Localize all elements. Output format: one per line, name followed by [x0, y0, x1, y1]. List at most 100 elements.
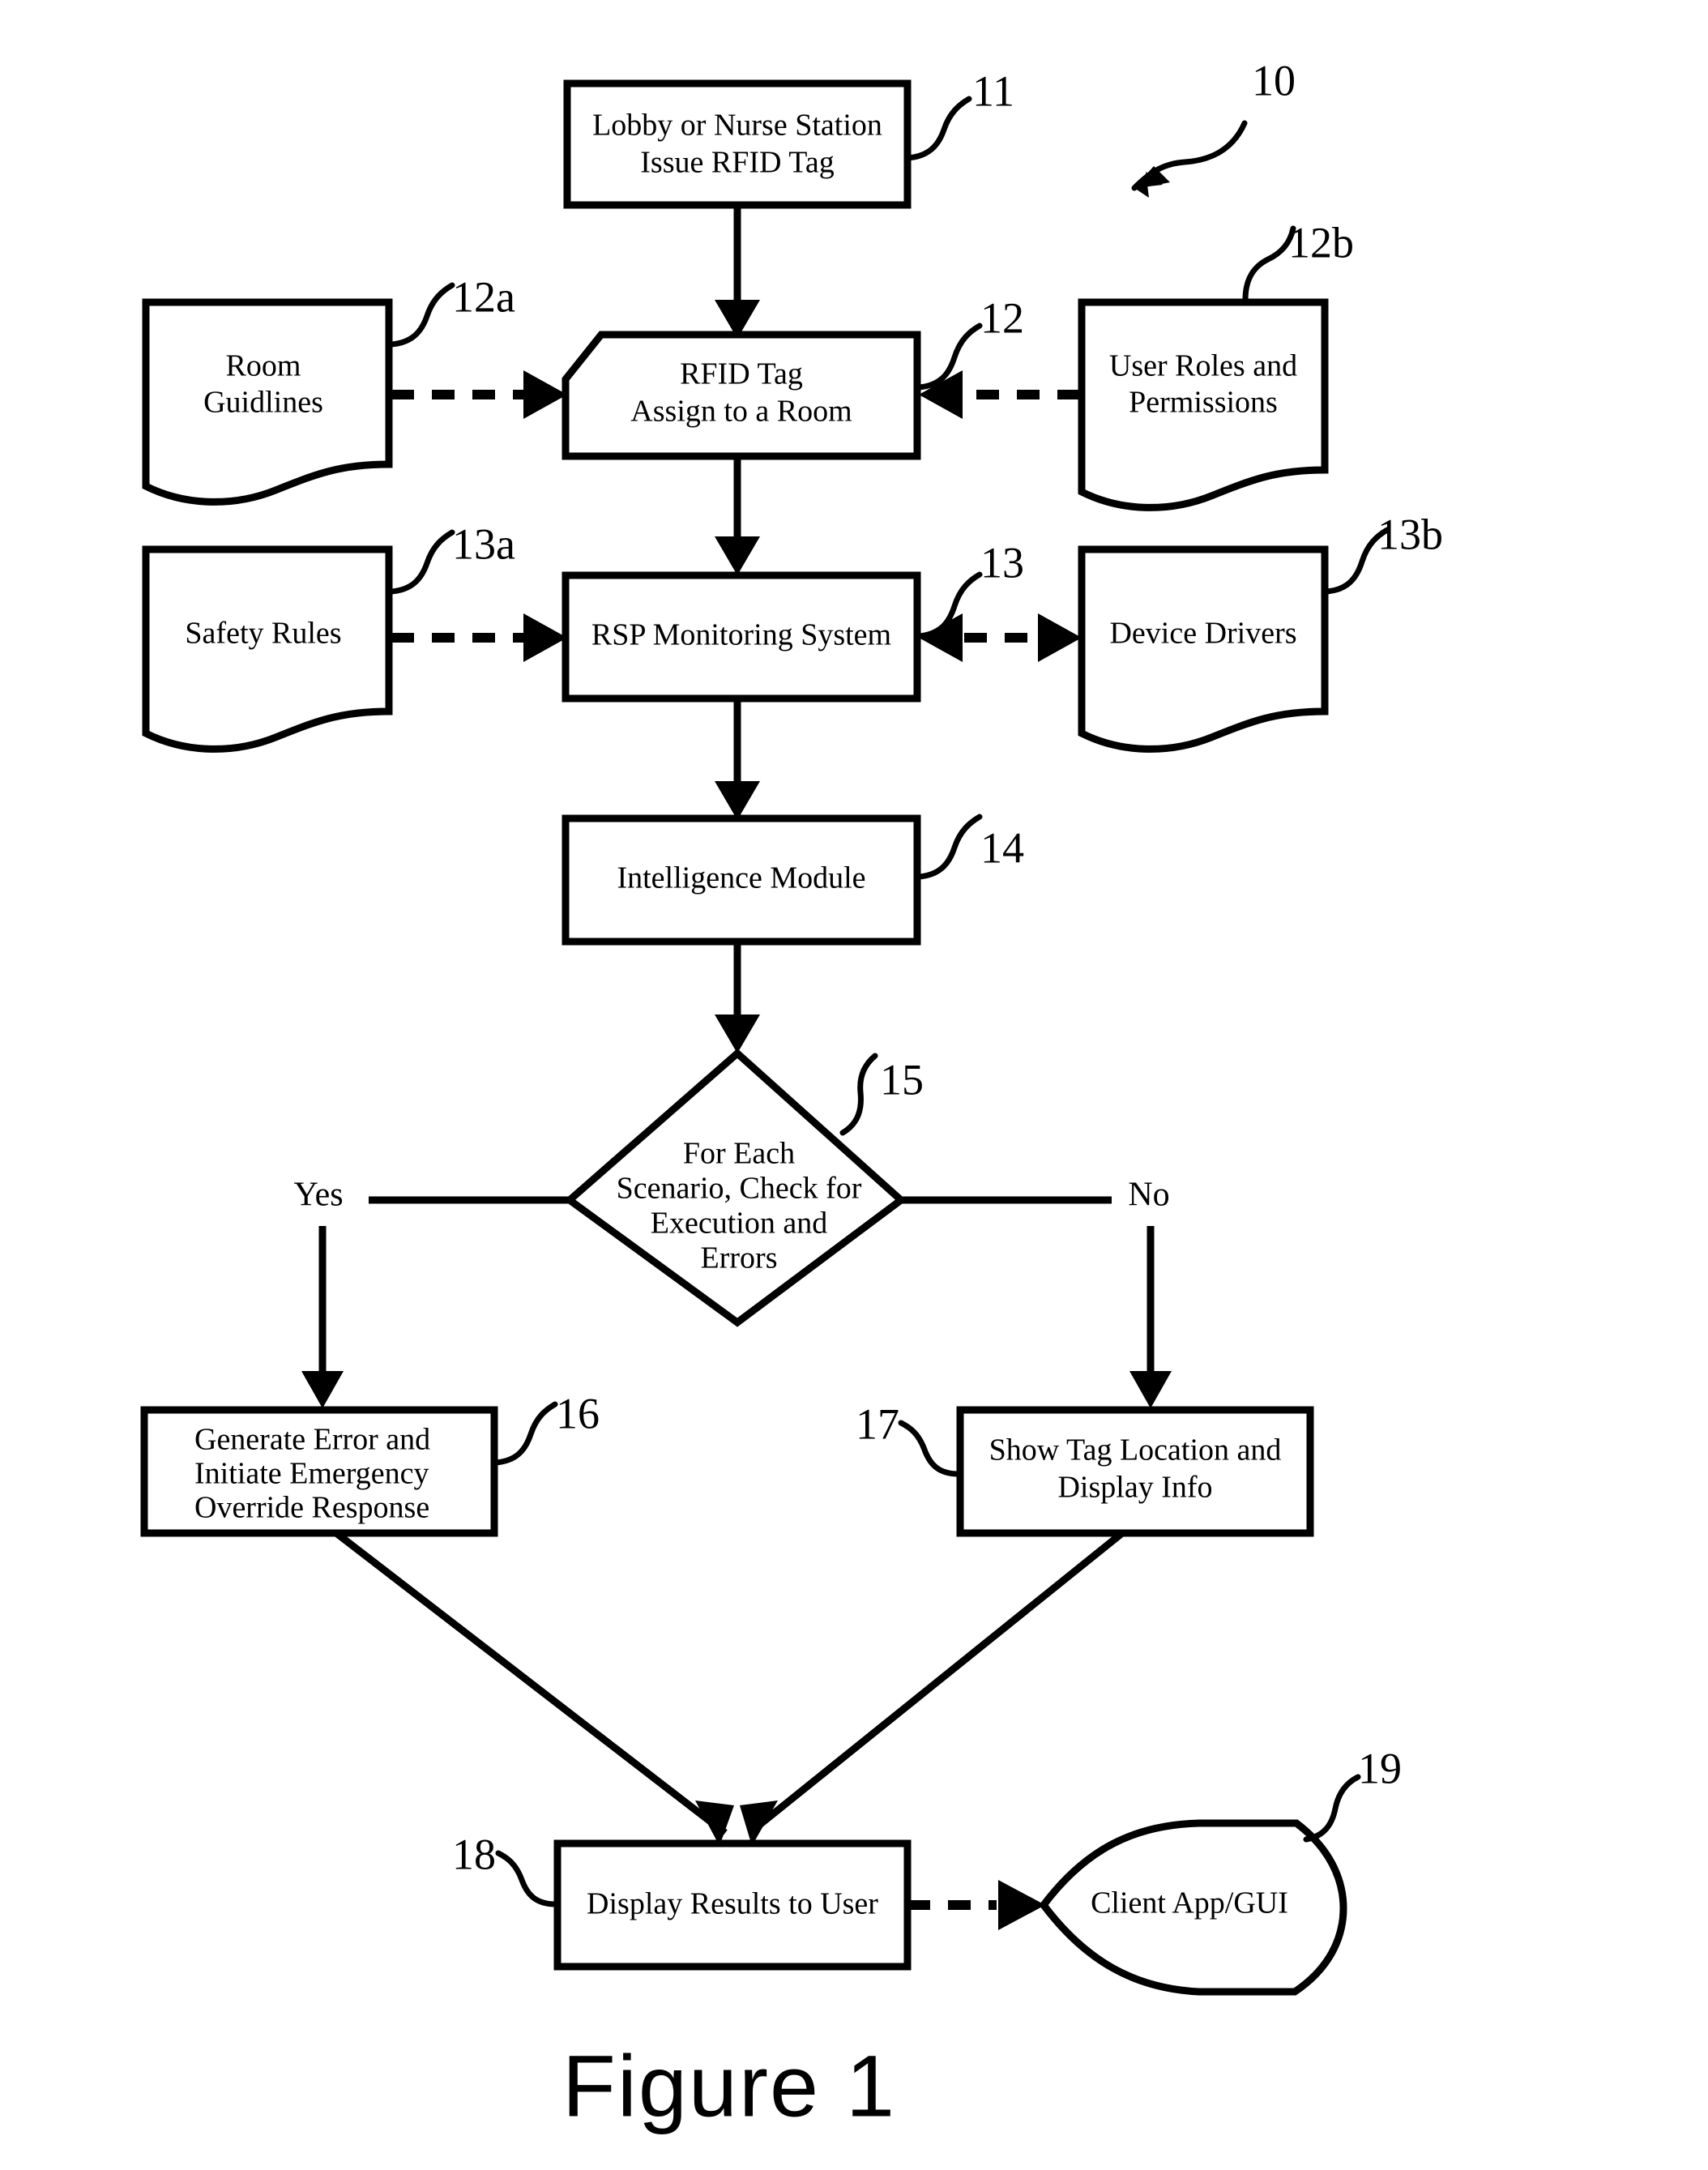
node-room-guidelines[interactable]: Room Guidlines [142, 298, 393, 506]
ref-13a-leader-line [388, 529, 455, 595]
branch-yes: Yes [293, 1177, 570, 1408]
node-intelligence-module-label-line1: Intelligence Module [617, 861, 865, 895]
node-user-roles-label-line2: Permissions [1129, 386, 1278, 420]
connector-diagonal-line-right [747, 1530, 1125, 1836]
ref-17-group: 17 [856, 1399, 962, 1477]
node-lobby-box [563, 79, 912, 209]
node-decision-label-line4: Errors [701, 1241, 778, 1275]
ref-number-13b: 13b [1377, 510, 1443, 558]
node-device-drivers-label-line1: Device Drivers [1109, 617, 1296, 651]
ref-number-15: 15 [880, 1055, 924, 1104]
node-lobby-label-line1: Lobby or Nurse Station [592, 109, 882, 143]
connector-arrowhead [715, 781, 760, 820]
branch-yes-label: Yes [293, 1177, 343, 1214]
ref-number-10: 10 [1252, 56, 1296, 105]
ref-12b-group: 12b [1242, 218, 1354, 303]
ref-number-14: 14 [980, 823, 1024, 872]
connector-lobby-to-rfid [715, 205, 760, 339]
ref-15-group: 15 [839, 1053, 924, 1136]
ref-number-17: 17 [856, 1399, 899, 1448]
node-generate-error-label-line3: Override Response [194, 1491, 429, 1525]
connector-arrowhead-left [695, 1801, 734, 1846]
branch-yes-arrowhead [301, 1371, 344, 1408]
ref-18-group: 18 [452, 1830, 559, 1907]
connector-display-to-client-app [907, 1880, 1045, 1930]
ref-12b-leader-line [1242, 225, 1296, 303]
node-display-results[interactable]: Display Results to User [553, 1839, 912, 1971]
node-show-tag-location[interactable]: Show Tag Location and Display Info [956, 1406, 1314, 1537]
node-user-roles-permissions[interactable]: User Roles and Permissions [1078, 298, 1329, 511]
node-safety-rules-label-line1: Safety Rules [185, 617, 341, 651]
node-decision-label-line3: Execution and [651, 1207, 827, 1241]
node-client-app-gui[interactable]: Client App/GUI [1039, 1819, 1347, 1996]
connector-rsp-to-device-drivers [919, 613, 1082, 662]
ref-16-group: 16 [493, 1389, 600, 1466]
connector-rfid-to-rsp [715, 456, 760, 575]
branch-no-arrowhead [1129, 1371, 1172, 1408]
connector-arrowhead-right [740, 1801, 778, 1846]
node-rsp-monitoring-system[interactable]: RSP Monitoring System [562, 571, 921, 703]
node-display-results-label-line1: Display Results to User [587, 1887, 878, 1921]
ref-number-11: 11 [972, 66, 1014, 115]
connector-arrowhead [998, 1880, 1045, 1930]
connector-arrowhead-left [919, 613, 963, 662]
ref-13-group: 13 [916, 538, 1024, 639]
ref-number-12a: 12a [452, 272, 515, 321]
node-lobby-label-line2: Issue RFID Tag [640, 146, 834, 180]
connector-arrowhead [523, 370, 567, 419]
ref-number-18: 18 [452, 1830, 496, 1878]
connector-rsp-to-intelligence [715, 698, 760, 820]
node-safety-rules[interactable]: Safety Rules [142, 545, 393, 753]
connector-generate-error-to-display [334, 1530, 734, 1846]
node-generate-error-label-line1: Generate Error and [194, 1423, 430, 1457]
branch-no-label: No [1128, 1177, 1169, 1214]
ref-13a-group: 13a [388, 519, 515, 595]
node-show-tag-label-line1: Show Tag Location and [989, 1433, 1282, 1467]
system-ref-10-group: 10 [1131, 56, 1296, 198]
connector-arrowhead [523, 613, 567, 662]
ref-number-13: 13 [980, 538, 1024, 587]
ref-12a-group: 12a [388, 272, 515, 348]
node-room-guidelines-label-line2: Guidlines [203, 386, 323, 420]
node-room-guidelines-label-line1: Room [226, 349, 301, 383]
ref-19-group: 19 [1303, 1744, 1402, 1843]
node-show-tag-label-line2: Display Info [1057, 1471, 1212, 1505]
ref-number-13a: 13a [452, 519, 515, 568]
figure-caption: Figure 1 [562, 2037, 896, 2135]
node-rfid-tag-assign[interactable]: RFID Tag Assign to a Room [562, 331, 921, 460]
node-intelligence-module[interactable]: Intelligence Module [562, 814, 921, 946]
node-generate-error[interactable]: Generate Error and Initiate Emergency Ov… [140, 1406, 498, 1537]
ref-14-group: 14 [916, 814, 1024, 880]
node-device-drivers[interactable]: Device Drivers [1078, 545, 1329, 753]
ref-number-12: 12 [980, 293, 1024, 342]
node-user-roles-label-line1: User Roles and [1109, 349, 1297, 383]
patent-figure-container: 10 Lobby or Nurse Station Issue RFID Tag… [0, 0, 1708, 2170]
node-decision-label-line1: For Each [683, 1137, 795, 1171]
ref-11-leader-line [904, 96, 972, 161]
node-rfid-tag-label-line1: RFID Tag [680, 357, 803, 391]
ref-19-leader-line [1303, 1774, 1361, 1843]
ref-number-16: 16 [556, 1389, 600, 1437]
ref-13b-group: 13b [1323, 510, 1443, 595]
connector-show-tag-to-display [740, 1530, 1125, 1846]
node-rsp-monitoring-label-line1: RSP Monitoring System [591, 618, 891, 652]
ref-14-leader-line [916, 814, 983, 880]
node-decision-scenario-check[interactable]: For Each Scenario, Check for Execution a… [563, 1048, 907, 1327]
ref-16-leader-line [493, 1401, 558, 1466]
connector-diagonal-line-left [334, 1530, 728, 1836]
connector-safety-rules-to-rsp [391, 613, 567, 662]
ref-15-leader-line [839, 1053, 878, 1136]
node-rfid-tag-label-line2: Assign to a Room [630, 395, 852, 429]
branch-no: No [901, 1177, 1172, 1408]
ref-number-12b: 12b [1288, 218, 1354, 267]
connector-arrowhead [715, 1015, 760, 1053]
connector-intelligence-to-decision [715, 942, 760, 1053]
flowchart-diagram: 10 Lobby or Nurse Station Issue RFID Tag… [140, 56, 1443, 2135]
system-ref-arrowhead-fill [1133, 166, 1170, 190]
node-decision-label-line2: Scenario, Check for [617, 1172, 862, 1206]
ref-number-19: 19 [1358, 1744, 1402, 1792]
node-generate-error-label-line2: Initiate Emergency [194, 1457, 429, 1491]
ref-11-group: 11 [904, 66, 1014, 161]
connector-arrowhead [715, 536, 760, 575]
node-lobby-nurse-station[interactable]: Lobby or Nurse Station Issue RFID Tag [563, 79, 912, 209]
